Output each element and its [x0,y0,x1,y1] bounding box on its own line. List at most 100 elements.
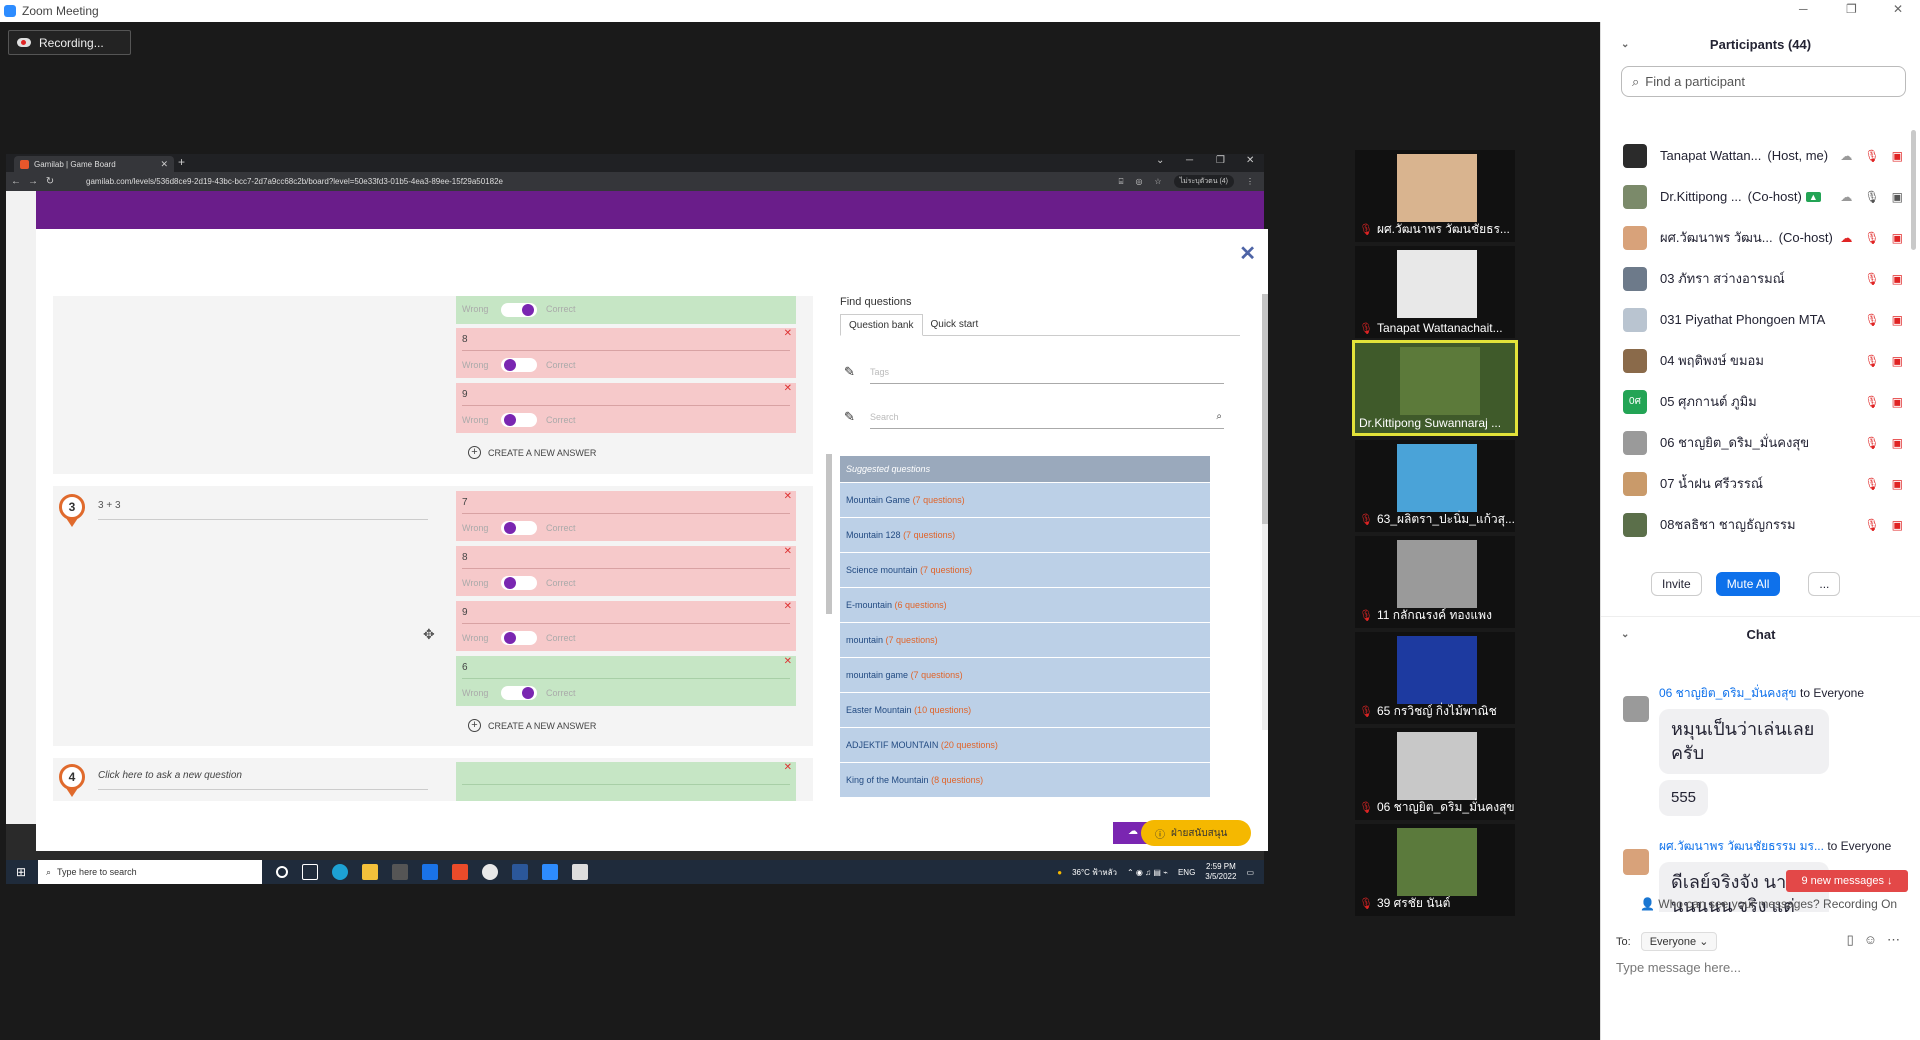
file-explorer-icon[interactable] [362,864,378,880]
video-tile[interactable]: 🎙 06 ชาญยิต_ดริม_มั่นคงสุข [1355,728,1515,820]
participant-row[interactable]: 031 Piyathat Phongoen MTA 🎙 ▣ [1601,299,1911,340]
participant-row[interactable]: 07 น้ำฝน ศรีวรรณ์ 🎙 ▣ [1601,463,1911,504]
translate-icon[interactable]: ⌸ [1119,177,1124,187]
tab-quick-start[interactable]: Quick start [923,314,987,335]
answer-card[interactable]: 7 ✕ Wrong Correct [456,491,796,541]
chevron-down-icon[interactable]: ⌄ [1621,39,1629,50]
suggested-item[interactable]: Easter Mountain (10 questions) [840,692,1210,727]
recording-indicator[interactable]: Recording... [8,30,131,55]
windows-start-icon[interactable]: ⊞ [16,865,26,879]
suggested-item[interactable]: Mountain 128 (7 questions) [840,517,1210,552]
clock[interactable]: 2:59 PM 3/5/2022 [1205,862,1236,881]
correct-toggle[interactable] [501,413,537,427]
mail-icon[interactable] [422,864,438,880]
video-tile-active-speaker[interactable]: Dr.Kittipong Suwannaraj ... [1352,340,1518,436]
video-tile[interactable]: 🎙 63_ผลิตรา_ปะนิ่ม_แก้วสุ... [1355,440,1515,532]
answer-card[interactable]: 8 ✕ Wrong Correct [456,328,796,378]
close-window-icon[interactable]: ✕ [1893,2,1903,16]
search-input[interactable]: Search [870,409,1224,429]
participant-row[interactable]: 0ศ 05 ศุภกานต์ ภูมิม 🎙 ▣ [1601,381,1911,422]
browser-close-icon[interactable]: ✕ [1246,155,1254,166]
forward-icon[interactable]: → [26,176,40,187]
create-answer-button[interactable]: + CREATE A NEW ANSWER [468,719,596,732]
participant-search[interactable]: ⌕ Find a participant [1621,66,1906,97]
zoom-icon[interactable] [542,864,558,880]
suggested-item[interactable]: King of the Mountain (8 questions) [840,762,1210,797]
correct-toggle[interactable] [501,521,537,535]
emoji-icon[interactable]: ☺ [1864,932,1877,948]
answer-card[interactable]: ✕ [456,762,796,801]
word-icon[interactable] [512,864,528,880]
tags-input[interactable]: Tags [870,364,1224,384]
answer-text[interactable]: 9 [462,389,468,400]
question-text[interactable]: 3 + 3 [98,500,428,520]
notification-icon[interactable]: ▭ [1246,868,1254,877]
delete-answer-icon[interactable]: ✕ [784,328,792,339]
more-icon[interactable]: ⋯ [1887,932,1900,948]
suggested-item[interactable]: Mountain Game (7 questions) [840,482,1210,517]
task-view-icon[interactable] [302,864,318,880]
browser-restore-icon[interactable]: ❐ [1216,155,1225,166]
suggested-item[interactable]: mountain game (7 questions) [840,657,1210,692]
correct-toggle[interactable] [501,303,537,317]
delete-answer-icon[interactable]: ✕ [784,491,792,502]
minimize-icon[interactable]: ─ [1799,2,1808,16]
video-tile[interactable]: 🎙 11 กลักณรงค์ ทองแพง [1355,536,1515,628]
answer-card[interactable]: 9 ✕ Wrong Correct [456,601,796,651]
answer-card[interactable]: Wrong Correct [456,296,796,324]
answer-card[interactable]: 6 ✕ Wrong Correct [456,656,796,706]
help-support-button[interactable]: ⓘ ฝ่ายสนับสนุน [1141,820,1251,846]
find-scrollbar[interactable] [1262,294,1268,730]
cortana-icon[interactable] [276,866,288,878]
answer-text[interactable]: 8 [462,334,468,345]
url-field[interactable]: gamilab.com/levels/536d8ce9-2d19-43bc-bc… [86,177,503,186]
video-tile[interactable]: 🎙 ผศ.วัฒนาพร วัฒนชัยธร... [1355,150,1515,242]
participant-row[interactable]: Tanapat Wattan... (Host, me) ☁ 🎙 ▣ [1601,135,1911,176]
back-icon[interactable]: ← [9,176,23,187]
participant-row[interactable]: 04 พฤติพงษ์ ขมอม 🎙 ▣ [1601,340,1911,381]
chevron-down-icon[interactable]: ⌄ [1156,155,1164,166]
participant-row[interactable]: 06 ชาญยิต_ดริม_มั่นคงสุข 🎙 ▣ [1601,422,1911,463]
recipient-select[interactable]: Everyone ⌄ [1640,932,1718,951]
profile-chip[interactable]: ไม่ระบุตัวตน (4) [1173,175,1234,188]
delete-answer-icon[interactable]: ✕ [784,601,792,612]
chrome-icon[interactable] [482,864,498,880]
participant-row[interactable]: 08ชลธิชา ชาญธัญกรรม 🎙 ▣ [1601,504,1911,545]
participants-scrollbar[interactable] [1911,130,1916,250]
close-icon[interactable]: ✕ [1239,241,1256,266]
browser-tab[interactable]: Gamilab | Game Board ✕ [14,156,174,172]
delete-answer-icon[interactable]: ✕ [784,762,792,773]
questions-scrollbar[interactable] [826,294,832,799]
correct-toggle[interactable] [501,686,537,700]
mute-all-button[interactable]: Mute All [1715,572,1781,596]
answer-card[interactable]: 9 ✕ Wrong Correct [456,383,796,433]
new-tab-icon[interactable]: + [178,155,185,169]
video-tile[interactable]: 🎙 Tanapat Wattanachait... [1355,246,1515,338]
menu-dots-icon[interactable]: ⋮ [1246,177,1254,186]
invite-button[interactable]: Invite [1651,572,1702,596]
store-icon[interactable] [392,864,408,880]
answer-card[interactable]: 8 ✕ Wrong Correct [456,546,796,596]
more-button[interactable]: ... [1808,572,1841,596]
participant-row[interactable]: ผศ.วัฒนาพร วัฒน... (Co-host) ☁ 🎙 ▣ [1601,217,1911,258]
file-icon[interactable]: ▯ [1847,932,1854,948]
notepad-icon[interactable] [572,864,588,880]
correct-toggle[interactable] [501,358,537,372]
eye-off-icon[interactable]: ◎ [1135,177,1142,186]
suggested-item[interactable]: ADJEKTIF MOUNTAIN (20 questions) [840,727,1210,762]
video-tile[interactable]: 🎙 39 ศรชัย นันต์ [1355,824,1515,916]
correct-toggle[interactable] [501,631,537,645]
reload-icon[interactable]: ↻ [43,176,57,187]
browser-minimize-icon[interactable]: ─ [1186,155,1193,166]
video-tile[interactable]: 🎙 65 กรวิชญ์ กิ่งไม้พาณิช [1355,632,1515,724]
edge-icon[interactable] [332,864,348,880]
suggested-item[interactable]: mountain (7 questions) [840,622,1210,657]
participant-row[interactable]: Dr.Kittipong ... (Co-host) ▲ ☁ 🎙 ▣ [1601,176,1911,217]
suggested-item[interactable]: E-mountain (6 questions) [840,587,1210,622]
office-icon[interactable] [452,864,468,880]
chat-input[interactable]: Type message here... [1616,960,1741,975]
delete-answer-icon[interactable]: ✕ [784,656,792,667]
who-can-see-link[interactable]: 👤 Who can see your messages? Recording O… [1640,897,1897,911]
star-icon[interactable]: ☆ [1154,177,1161,186]
chevron-down-icon[interactable]: ⌄ [1621,629,1629,640]
